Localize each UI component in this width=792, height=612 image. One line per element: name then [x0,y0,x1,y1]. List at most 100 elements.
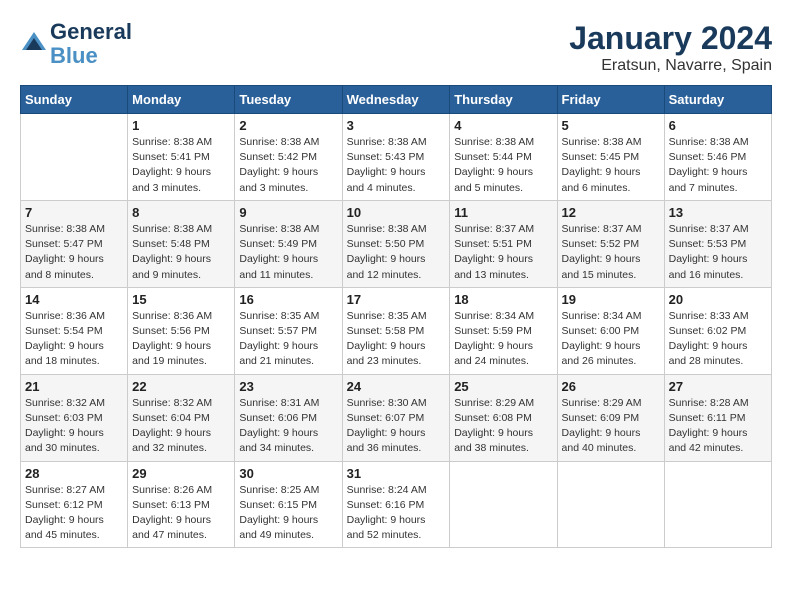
calendar-cell: 26Sunrise: 8:29 AMSunset: 6:09 PMDayligh… [557,374,664,461]
calendar-cell: 9 Sunrise: 8:38 AMSunset: 5:49 PMDaylight… [235,200,342,287]
day-number: 9 [239,205,337,220]
day-number: 6 [669,118,767,133]
day-number: 11 [454,205,552,220]
weekday-header-thursday: Thursday [450,86,557,114]
calendar-cell: 30 Sunrise: 8:25 AMSunset: 6:15 PMDayligh… [235,461,342,548]
day-number: 8 [132,205,230,220]
day-number: 17 [347,292,446,307]
calendar-cell: 1 Sunrise: 8:38 AMSunset: 5:41 PMDaylight… [128,114,235,201]
day-info: Sunrise: 8:36 AMSunset: 5:54 PMDaylight:… [25,309,123,370]
day-number: 3 [347,118,446,133]
day-number: 1 [132,118,230,133]
day-number: 16 [239,292,337,307]
month-title: January 2024 [569,20,772,57]
day-info: Sunrise: 8:28 AMSunset: 6:11 PMDaylight:… [669,396,767,457]
calendar-cell: 10 Sunrise: 8:38 AMSunset: 5:50 PMDayligh… [342,200,450,287]
day-number: 4 [454,118,552,133]
logo: General Blue [20,20,132,68]
calendar-cell [557,461,664,548]
calendar-cell: 31 Sunrise: 8:24 AMSunset: 6:16 PMDayligh… [342,461,450,548]
calendar-cell: 14 Sunrise: 8:36 AMSunset: 5:54 PMDayligh… [21,287,128,374]
day-info: Sunrise: 8:38 AMSunset: 5:41 PMDaylight:… [132,135,230,196]
day-number: 12 [562,205,660,220]
weekday-header-tuesday: Tuesday [235,86,342,114]
day-number: 23 [239,379,337,394]
day-number: 18 [454,292,552,307]
calendar-cell: 16 Sunrise: 8:35 AMSunset: 5:57 PMDayligh… [235,287,342,374]
day-number: 13 [669,205,767,220]
calendar-cell: 6 Sunrise: 8:38 AMSunset: 5:46 PMDaylight… [664,114,771,201]
day-number: 30 [239,466,337,481]
day-info: Sunrise: 8:38 AMSunset: 5:43 PMDaylight:… [347,135,446,196]
day-info: Sunrise: 8:29 AMSunset: 6:09 PMDaylight:… [562,396,660,457]
day-info: Sunrise: 8:33 AMSunset: 6:02 PMDaylight:… [669,309,767,370]
day-info: Sunrise: 8:38 AMSunset: 5:42 PMDaylight:… [239,135,337,196]
calendar-cell: 2 Sunrise: 8:38 AMSunset: 5:42 PMDaylight… [235,114,342,201]
day-number: 31 [347,466,446,481]
weekday-header-saturday: Saturday [664,86,771,114]
day-info: Sunrise: 8:30 AMSunset: 6:07 PMDaylight:… [347,396,446,457]
calendar-cell: 18 Sunrise: 8:34 AMSunset: 5:59 PMDayligh… [450,287,557,374]
calendar-cell: 20 Sunrise: 8:33 AMSunset: 6:02 PMDayligh… [664,287,771,374]
day-number: 15 [132,292,230,307]
day-info: Sunrise: 8:38 AMSunset: 5:47 PMDaylight:… [25,222,123,283]
calendar-cell: 24 Sunrise: 8:30 AMSunset: 6:07 PMDayligh… [342,374,450,461]
calendar-cell: 15 Sunrise: 8:36 AMSunset: 5:56 PMDayligh… [128,287,235,374]
day-info: Sunrise: 8:32 AMSunset: 6:03 PMDaylight:… [25,396,123,457]
day-number: 21 [25,379,123,394]
day-number: 22 [132,379,230,394]
calendar-cell: 5 Sunrise: 8:38 AMSunset: 5:45 PMDaylight… [557,114,664,201]
calendar-cell: 8 Sunrise: 8:38 AMSunset: 5:48 PMDaylight… [128,200,235,287]
calendar-cell: 28 Sunrise: 8:27 AMSunset: 6:12 PMDayligh… [21,461,128,548]
day-info: Sunrise: 8:27 AMSunset: 6:12 PMDaylight:… [25,483,123,544]
day-info: Sunrise: 8:37 AMSunset: 5:53 PMDaylight:… [669,222,767,283]
logo-text: General Blue [50,20,132,68]
day-number: 24 [347,379,446,394]
logo-icon [20,30,48,58]
calendar-cell: 13 Sunrise: 8:37 AMSunset: 5:53 PMDayligh… [664,200,771,287]
day-info: Sunrise: 8:29 AMSunset: 6:08 PMDaylight:… [454,396,552,457]
day-info: Sunrise: 8:25 AMSunset: 6:15 PMDaylight:… [239,483,337,544]
calendar-cell: 22 Sunrise: 8:32 AMSunset: 6:04 PMDayligh… [128,374,235,461]
calendar-cell: 29 Sunrise: 8:26 AMSunset: 6:13 PMDayligh… [128,461,235,548]
day-info: Sunrise: 8:38 AMSunset: 5:48 PMDaylight:… [132,222,230,283]
day-number: 7 [25,205,123,220]
day-info: Sunrise: 8:34 AMSunset: 6:00 PMDaylight:… [562,309,660,370]
calendar-cell: 23 Sunrise: 8:31 AMSunset: 6:06 PMDayligh… [235,374,342,461]
day-info: Sunrise: 8:32 AMSunset: 6:04 PMDaylight:… [132,396,230,457]
day-info: Sunrise: 8:34 AMSunset: 5:59 PMDaylight:… [454,309,552,370]
location: Eratsun, Navarre, Spain [569,57,772,75]
day-info: Sunrise: 8:38 AMSunset: 5:49 PMDaylight:… [239,222,337,283]
day-number: 5 [562,118,660,133]
day-info: Sunrise: 8:31 AMSunset: 6:06 PMDaylight:… [239,396,337,457]
day-number: 19 [562,292,660,307]
day-info: Sunrise: 8:38 AMSunset: 5:46 PMDaylight:… [669,135,767,196]
day-number: 14 [25,292,123,307]
day-number: 10 [347,205,446,220]
day-info: Sunrise: 8:36 AMSunset: 5:56 PMDaylight:… [132,309,230,370]
calendar-cell: 7 Sunrise: 8:38 AMSunset: 5:47 PMDaylight… [21,200,128,287]
day-number: 29 [132,466,230,481]
calendar-cell: 17 Sunrise: 8:35 AMSunset: 5:58 PMDayligh… [342,287,450,374]
calendar-cell [664,461,771,548]
day-number: 20 [669,292,767,307]
calendar-cell: 3 Sunrise: 8:38 AMSunset: 5:43 PMDaylight… [342,114,450,201]
calendar-cell [450,461,557,548]
weekday-header-sunday: Sunday [21,86,128,114]
title-block: January 2024 Eratsun, Navarre, Spain [569,20,772,75]
day-info: Sunrise: 8:38 AMSunset: 5:50 PMDaylight:… [347,222,446,283]
day-number: 2 [239,118,337,133]
weekday-header-monday: Monday [128,86,235,114]
day-number: 28 [25,466,123,481]
day-info: Sunrise: 8:37 AMSunset: 5:51 PMDaylight:… [454,222,552,283]
day-info: Sunrise: 8:35 AMSunset: 5:57 PMDaylight:… [239,309,337,370]
day-info: Sunrise: 8:38 AMSunset: 5:45 PMDaylight:… [562,135,660,196]
calendar-cell: 12Sunrise: 8:37 AMSunset: 5:52 PMDayligh… [557,200,664,287]
day-info: Sunrise: 8:26 AMSunset: 6:13 PMDaylight:… [132,483,230,544]
day-info: Sunrise: 8:24 AMSunset: 6:16 PMDaylight:… [347,483,446,544]
calendar-cell [21,114,128,201]
calendar-cell: 21 Sunrise: 8:32 AMSunset: 6:03 PMDayligh… [21,374,128,461]
day-info: Sunrise: 8:35 AMSunset: 5:58 PMDaylight:… [347,309,446,370]
weekday-header-friday: Friday [557,86,664,114]
calendar-cell: 19 Sunrise: 8:34 AMSunset: 6:00 PMDayligh… [557,287,664,374]
